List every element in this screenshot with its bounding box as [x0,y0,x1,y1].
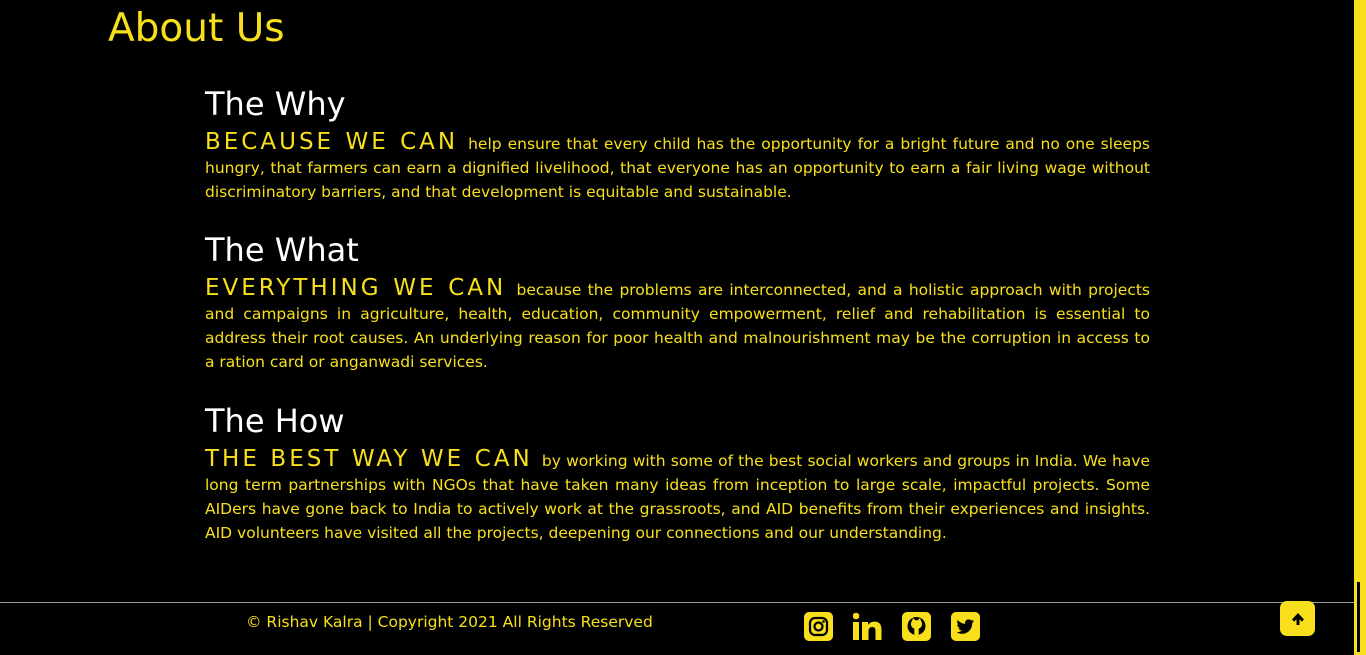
copyright-text: © Rishav Kalra | Copyright 2021 All Righ… [246,613,653,631]
section-lead: THE BEST WAY WE CAN [205,446,533,472]
about-page: About Us The Why BECAUSE WE CAN help ens… [0,0,1366,655]
section-text: EVERYTHING WE CAN because the problems a… [205,276,1150,374]
instagram-icon[interactable] [804,612,833,641]
social-links [804,612,980,641]
section-heading: The What [205,231,359,269]
section-heading: The Why [205,85,346,123]
twitter-icon[interactable] [951,612,980,641]
github-icon[interactable] [902,612,931,641]
section-lead: BECAUSE WE CAN [205,129,459,155]
scrollbar-thumb[interactable] [1357,582,1360,652]
section-how: The How THE BEST WAY WE CAN by working w… [205,401,1150,545]
section-text: BECAUSE WE CAN help ensure that every ch… [205,130,1150,204]
back-to-top-button[interactable] [1280,601,1315,636]
section-heading: The How [205,402,345,440]
section-what: The What EVERYTHING WE CAN because the p… [205,230,1150,374]
arrow-up-icon [1291,612,1304,625]
footer-divider [0,602,1354,603]
section-text: THE BEST WAY WE CAN by working with some… [205,447,1150,545]
page-title: About Us [108,6,285,51]
section-why: The Why BECAUSE WE CAN help ensure that … [205,84,1150,204]
section-lead: EVERYTHING WE CAN [205,275,507,301]
scrollbar[interactable] [1354,0,1366,655]
linkedin-icon[interactable] [853,612,882,641]
